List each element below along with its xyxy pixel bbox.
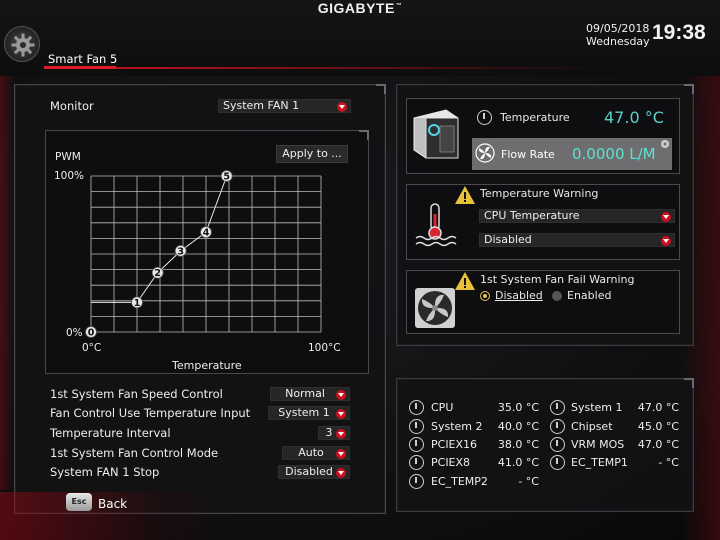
setting-select[interactable]: Disabled: [278, 465, 350, 479]
fan-icon: [475, 143, 495, 163]
setting-label: 1st System Fan Speed Control: [50, 387, 223, 401]
setting-value: Auto: [298, 446, 324, 459]
fan-fail-enabled-radio[interactable]: [552, 291, 562, 301]
setting-value: Disabled: [285, 465, 333, 478]
setting-value: 3: [325, 426, 333, 439]
thermometer-icon: [477, 110, 492, 125]
esc-key-icon[interactable]: Esc: [66, 493, 92, 511]
back-button[interactable]: Back: [98, 497, 127, 511]
panel-corner: [684, 378, 694, 388]
setting-value: Normal: [285, 387, 325, 400]
graph-grid: [90, 175, 322, 333]
monitor-item-value: - °C: [658, 456, 679, 469]
temperature-source-value: CPU Temperature: [484, 209, 580, 222]
thermometer-icon: [409, 400, 424, 415]
curve-point-label: 3: [177, 246, 184, 257]
temperature-warning-title: Temperature Warning: [480, 187, 599, 200]
monitor-item-value: 41.0 °C: [497, 456, 539, 469]
temperature-label: Temperature: [500, 111, 570, 124]
fan-fail-warning-title: 1st System Fan Fail Warning: [480, 273, 635, 286]
thermometer-icon: [409, 474, 424, 489]
monitor-item-name: Chipset: [571, 420, 613, 433]
fan-fail-disabled-radio[interactable]: [480, 291, 490, 301]
small-gear-icon: [661, 140, 669, 148]
setting-select[interactable]: Normal: [270, 387, 350, 401]
monitor-item-name: CPU: [431, 401, 454, 414]
setting-select[interactable]: 3: [318, 426, 350, 440]
setting-label: System FAN 1 Stop: [50, 465, 160, 479]
flow-rate-value: 0.0000 L/M: [572, 145, 656, 163]
monitor-item-value: 38.0 °C: [497, 438, 539, 451]
monitor-item-name: PCIEX8: [431, 456, 471, 469]
curve-point-label: 2: [154, 268, 161, 279]
thermometer-icon: [409, 419, 424, 434]
chevron-down-icon: [661, 235, 671, 246]
thermometer-icon: [409, 455, 424, 470]
temperature-value: 47.0 °C: [604, 108, 664, 127]
setting-select[interactable]: System 1: [268, 406, 350, 420]
fan-icon: [415, 288, 455, 328]
setting-label: 1st System Fan Control Mode: [50, 446, 219, 460]
setting-label: Fan Control Use Temperature Input: [50, 406, 251, 420]
curve-point-label: 5: [223, 172, 230, 183]
fan-fail-enabled-label[interactable]: Enabled: [567, 289, 611, 302]
monitor-item-value: 45.0 °C: [637, 420, 679, 433]
setting-label: Temperature Interval: [50, 426, 171, 440]
warning-icon: [455, 272, 475, 290]
curve-point-label: 1: [134, 298, 141, 309]
setting-value: System 1: [278, 406, 330, 419]
thermometer-icon: [409, 437, 424, 452]
fan-fail-disabled-label[interactable]: Disabled: [495, 289, 543, 302]
chevron-down-icon: [336, 389, 346, 400]
monitor-item-value: - °C: [518, 475, 539, 488]
chevron-down-icon: [336, 448, 346, 459]
monitor-item-value: 47.0 °C: [637, 401, 679, 414]
monitor-item-value: 47.0 °C: [637, 438, 679, 451]
curve-point-label: 0: [88, 328, 95, 339]
thermometer-icon: [550, 437, 565, 452]
chevron-down-icon: [336, 428, 346, 439]
thermometer-icon: [550, 419, 565, 434]
curve-point-label: 4: [203, 228, 210, 239]
temperature-source-select[interactable]: CPU Temperature: [479, 209, 675, 223]
chevron-down-icon: [336, 467, 346, 478]
monitor-item-value: 35.0 °C: [497, 401, 539, 414]
temperature-warning-state-value: Disabled: [484, 233, 532, 246]
monitor-item-value: 40.0 °C: [497, 420, 539, 433]
heat-warning-icon: [415, 203, 457, 247]
thermometer-icon: [550, 400, 565, 415]
fan-curve-points: 0 1 2 3 4 5: [85, 170, 233, 339]
chevron-down-icon: [661, 211, 671, 222]
temperature-warning-state-select[interactable]: Disabled: [479, 233, 675, 247]
setting-select[interactable]: Auto: [282, 446, 350, 460]
chevron-down-icon: [336, 408, 346, 419]
pc-case-icon: [413, 109, 459, 159]
flow-rate-label: Flow Rate: [501, 148, 555, 161]
thermometer-icon: [550, 455, 565, 470]
panel-corner: [684, 84, 694, 94]
